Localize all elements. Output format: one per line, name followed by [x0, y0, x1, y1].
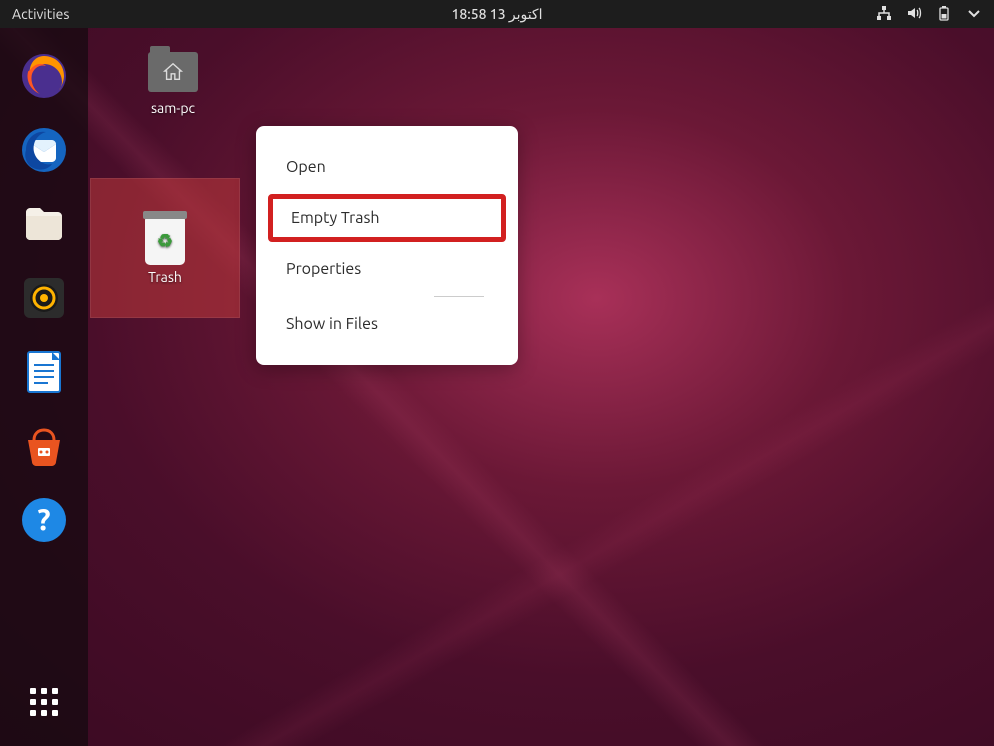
dock-files[interactable] — [18, 198, 70, 250]
desktop-icon-label: Trash — [148, 269, 182, 285]
svg-text:?: ? — [37, 502, 50, 536]
top-panel: Activities اكتوبر 13 18:58 — [0, 0, 994, 28]
show-applications-button[interactable] — [30, 688, 58, 716]
dock-libreoffice-writer[interactable] — [18, 346, 70, 398]
dock-software-center[interactable] — [18, 420, 70, 472]
dock-help[interactable]: ? — [18, 494, 70, 546]
desktop-icon-trash[interactable]: ♻ Trash — [90, 178, 240, 318]
battery-icon[interactable] — [936, 5, 952, 24]
network-icon[interactable] — [876, 5, 892, 24]
clock[interactable]: اكتوبر 13 18:58 — [452, 6, 543, 23]
volume-icon[interactable] — [906, 5, 922, 24]
menu-item-empty-trash[interactable]: Empty Trash — [268, 194, 506, 242]
menu-item-show-in-files[interactable]: Show in Files — [256, 301, 518, 347]
context-menu: Open Empty Trash Properties Show in File… — [256, 126, 518, 365]
trash-icon: ♻ — [145, 217, 185, 265]
home-folder-icon — [148, 52, 198, 92]
activities-button[interactable]: Activities — [12, 6, 69, 22]
menu-item-open[interactable]: Open — [256, 144, 518, 190]
dock-rhythmbox[interactable] — [18, 272, 70, 324]
desktop-icon-home[interactable]: sam-pc — [128, 50, 218, 116]
chevron-down-icon[interactable] — [966, 5, 982, 24]
desktop-icon-label: sam-pc — [151, 100, 195, 116]
system-tray[interactable] — [876, 5, 982, 24]
dock-thunderbird[interactable] — [18, 124, 70, 176]
menu-separator — [434, 296, 484, 297]
menu-item-properties[interactable]: Properties — [256, 246, 518, 292]
dock-firefox[interactable] — [18, 50, 70, 102]
dock: ? — [0, 28, 88, 746]
